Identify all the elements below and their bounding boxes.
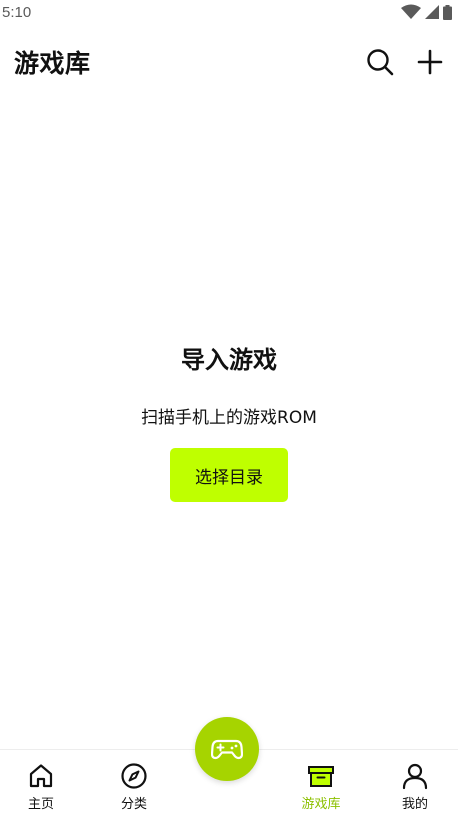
gamepad-icon xyxy=(211,739,243,760)
signal-icon xyxy=(425,5,439,19)
nav-label-category: 分类 xyxy=(120,797,147,812)
select-directory-button[interactable]: 选择目录 xyxy=(170,448,288,502)
empty-state: 导入游戏 扫描手机上的游戏ROM 选择目录 xyxy=(0,340,458,502)
empty-state-title: 导入游戏 xyxy=(181,346,277,374)
battery-icon xyxy=(443,4,452,20)
status-bar: 5:10 xyxy=(0,0,458,24)
add-button[interactable] xyxy=(416,48,444,76)
page-title: 游戏库 xyxy=(14,49,91,78)
plus-icon xyxy=(417,49,443,75)
app-bar: 游戏库 xyxy=(0,40,458,84)
gamepad-fab-button[interactable] xyxy=(195,717,259,781)
nav-label-profile: 我的 xyxy=(401,797,428,812)
empty-state-subtitle: 扫描手机上的游戏ROM xyxy=(141,408,317,428)
archive-box-icon xyxy=(308,766,334,787)
app-actions xyxy=(366,48,444,76)
nav-item-profile[interactable]: 我的 xyxy=(385,762,445,812)
compass-icon xyxy=(121,763,147,789)
search-button[interactable] xyxy=(366,48,394,76)
nav-item-library[interactable]: 游戏库 xyxy=(291,762,351,812)
nav-item-home[interactable]: 主页 xyxy=(11,762,71,812)
nav-item-category[interactable]: 分类 xyxy=(104,762,164,812)
home-icon xyxy=(29,764,53,788)
search-icon xyxy=(367,49,394,76)
status-icons xyxy=(401,4,452,20)
status-time: 5:10 xyxy=(2,3,32,21)
nav-label-library: 游戏库 xyxy=(301,797,341,812)
person-icon xyxy=(402,763,428,790)
nav-label-home: 主页 xyxy=(27,797,54,812)
wifi-icon xyxy=(401,4,421,19)
